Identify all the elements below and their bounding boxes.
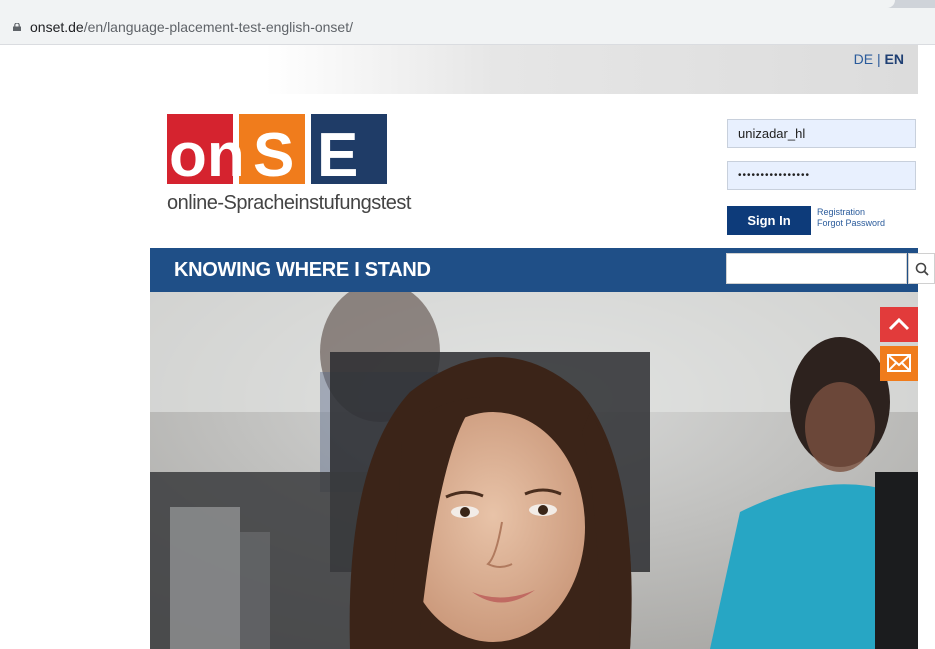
browser-tabstrip: [0, 0, 935, 8]
mail-icon: [887, 354, 911, 372]
language-bar: DE | EN: [150, 45, 918, 94]
contact-mail-button[interactable]: [880, 346, 918, 381]
active-tab-edge: [0, 0, 895, 8]
url-text[interactable]: onset.de/en/language-placement-test-engl…: [30, 19, 353, 35]
hero-illustration: [150, 292, 918, 649]
account-links: Registration Forgot Password: [817, 207, 885, 229]
search-button[interactable]: [908, 253, 935, 284]
lang-en-link[interactable]: EN: [885, 51, 904, 67]
onset-logo[interactable]: on S E T online-Spracheinstufungstest: [167, 114, 411, 243]
url-path: /en/language-placement-test-english-onse…: [83, 19, 353, 35]
forgot-password-link[interactable]: Forgot Password: [817, 218, 885, 229]
banner-title: KNOWING WHERE I STAND: [174, 259, 431, 281]
lang-separator: |: [873, 51, 885, 67]
hero-photo: [150, 292, 918, 649]
language-switcher: DE | EN: [854, 51, 904, 67]
search-icon: [915, 262, 929, 276]
address-bar[interactable]: onset.de/en/language-placement-test-engl…: [0, 8, 935, 45]
lock-icon: [13, 23, 21, 31]
registration-link[interactable]: Registration: [817, 207, 885, 218]
chevron-up-icon: [888, 317, 910, 331]
search-input[interactable]: [726, 253, 907, 284]
logo-letter-s: S: [253, 121, 295, 190]
sign-in-button[interactable]: Sign In: [727, 206, 811, 235]
logo-letters-on: on: [169, 121, 245, 190]
lang-de-link[interactable]: DE: [854, 51, 873, 67]
username-input[interactable]: unizadar_hl: [727, 119, 916, 148]
logo-letters-et: E T: [317, 121, 359, 246]
logo-tagline: online-Spracheinstufungstest: [167, 192, 411, 214]
scroll-top-button[interactable]: [880, 307, 918, 342]
url-host: onset.de: [30, 19, 84, 35]
password-input[interactable]: ••••••••••••••••: [727, 161, 916, 190]
